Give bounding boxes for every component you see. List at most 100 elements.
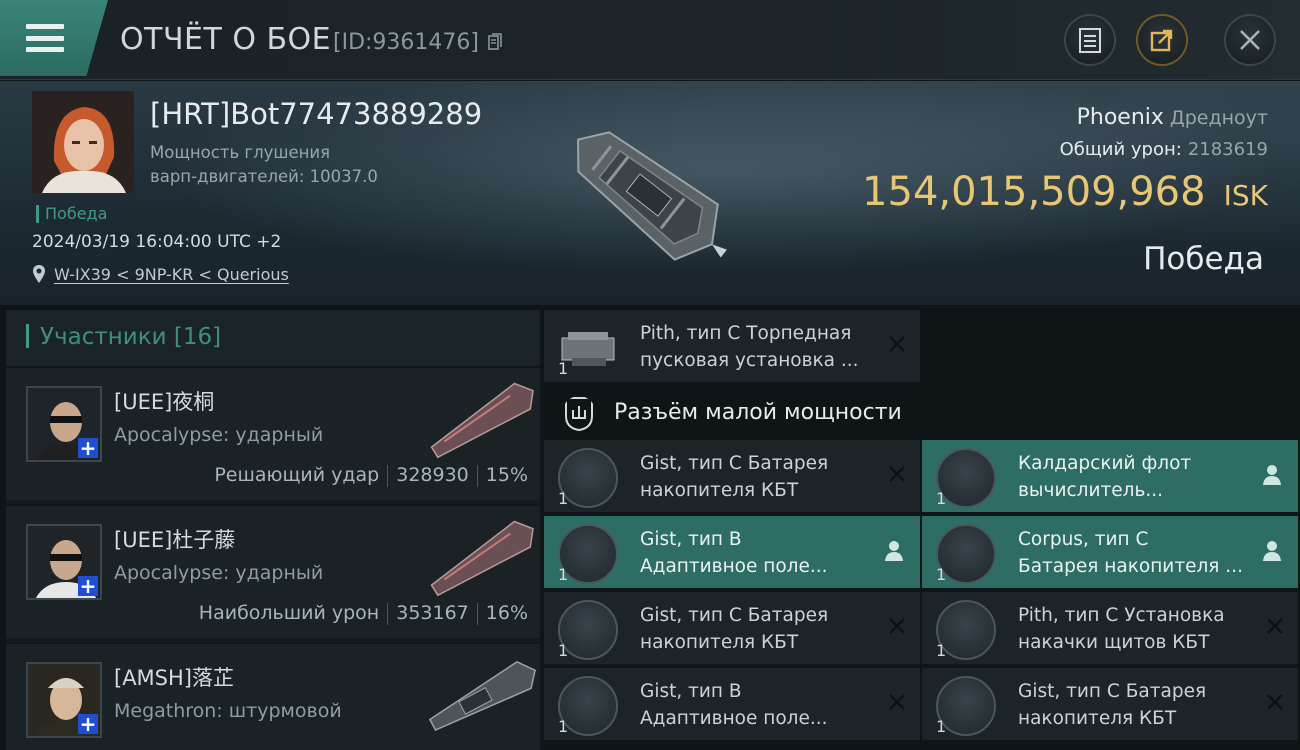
add-contact-icon[interactable]: + (78, 438, 98, 458)
participant-row[interactable]: + [UEE]杜子藤 Apocalypse: ударный Наибольши… (6, 504, 540, 638)
module-name: Gist, тип C Батарея накопителя КБТ (640, 602, 880, 656)
participant-ship: Apocalypse: ударный (114, 424, 324, 446)
participant-ship-image (428, 660, 536, 732)
copy-icon[interactable] (488, 33, 502, 51)
ship-name: Phoenix (1076, 105, 1164, 130)
divider (387, 602, 389, 625)
battle-result: Победа (1143, 241, 1264, 277)
isk-value: 154,015,509,968 ISK (862, 169, 1268, 215)
module-item[interactable]: 1 Gist, тип B Адаптивное поле... (544, 668, 920, 740)
low-slot-header: Разъём малой мощности (544, 386, 920, 442)
module-quantity: 1 (558, 489, 569, 508)
participant-role: Решающий удар (214, 464, 380, 486)
clipboard-icon (1079, 28, 1101, 53)
participant-row[interactable]: + [AMSH]落芷 Megathron: штурмовой (6, 642, 540, 750)
module-quantity: 1 (558, 717, 569, 736)
avatar[interactable]: + (26, 386, 102, 462)
module-item[interactable]: 1 Gist, тип C Батарея накопителя КБТ (922, 668, 1298, 740)
total-damage-value: 2183619 (1187, 139, 1268, 160)
module-name: Pith, тип C Торпедная пусковая установка… (640, 320, 880, 374)
location-link[interactable]: W-IX39 < 9NP-KR < Querious (54, 265, 289, 284)
page-title: ОТЧЁТ О БОЕ (120, 22, 332, 57)
module-quantity: 1 (936, 489, 947, 508)
participant-name: [UEE]夜桐 (114, 390, 215, 414)
module-name: Corpus, тип C Батарея накопителя ... (1018, 526, 1258, 580)
participants-panel: Участники [16] + [UEE]夜桐 Apocalypse: уда… (6, 310, 540, 750)
module-item[interactable]: 1 Corpus, тип C Батарея накопителя ... (922, 516, 1298, 588)
add-contact-icon[interactable]: + (78, 714, 98, 734)
close-icon[interactable] (888, 693, 906, 711)
location-pin-icon (33, 265, 45, 283)
module-quantity: 1 (558, 359, 569, 378)
module-quantity: 1 (558, 641, 569, 660)
module-name-line2: Адаптивное поле... (640, 556, 828, 577)
isk-unit: ISK (1223, 179, 1268, 212)
participant-ship: Megathron: штурмовой (114, 700, 342, 722)
slot-title: Разъём малой мощности (614, 400, 902, 425)
module-item[interactable]: 1 Gist, тип C Батарея накопителя КБТ (544, 592, 920, 664)
module-item[interactable]: 1 Gist, тип C Батарея накопителя КБТ (544, 440, 920, 512)
victim-stat-line2: варп-двигателей: 10037.0 (150, 167, 378, 186)
module-quantity: 1 (936, 565, 947, 584)
module-name: Pith, тип C Установка накачки щитов КБТ (1018, 602, 1258, 656)
top-bar: ОТЧЁТ О БОЕ [ID:9361476] (0, 0, 1300, 80)
module-name-line2: накопителя КБТ (640, 480, 799, 501)
module-name-line2: накопителя КБТ (640, 632, 799, 653)
close-icon[interactable] (888, 465, 906, 483)
person-icon[interactable] (1262, 540, 1282, 562)
close-button[interactable] (1224, 14, 1276, 66)
module-name-line2: накачки щитов КБТ (1018, 632, 1210, 653)
module-item[interactable]: 1 Gist, тип B Адаптивное поле... (544, 516, 920, 588)
victim-banner: [HRT]Bot77473889289 Мощность глушения ва… (0, 81, 1300, 305)
module-name-line2: Батарея накопителя ... (1018, 556, 1243, 577)
module-name: Gist, тип C Батарея накопителя КБТ (640, 450, 880, 504)
participant-role: Наибольший урон (198, 602, 380, 624)
total-damage: Общий урон: 2183619 (1060, 139, 1268, 160)
module-quantity: 1 (936, 641, 947, 660)
module-name-line1: Corpus, тип C (1018, 529, 1149, 550)
close-icon[interactable] (888, 335, 906, 353)
module-name-line1: Калдарский флот (1018, 453, 1192, 474)
participant-row[interactable]: + [UEE]夜桐 Apocalypse: ударный Решающий у… (6, 366, 540, 500)
participant-stats: Наибольший урон 353167 16% (199, 602, 528, 625)
ship-class: Дредноут (1169, 107, 1268, 129)
participant-damage: 353167 (396, 602, 469, 624)
participant-stats: Решающий удар 328930 15% (214, 464, 528, 487)
fitting-panel: 1 Pith, тип C Торпедная пусковая установ… (544, 310, 1300, 750)
share-icon (1150, 29, 1173, 52)
person-icon[interactable] (884, 540, 904, 562)
participants-header: Участники [16] (6, 310, 540, 366)
avatar[interactable]: + (26, 524, 102, 600)
module-item[interactable]: 1 Калдарский флот вычислитель... (922, 440, 1298, 512)
module-item[interactable]: 1 Pith, тип C Торпедная пусковая установ… (544, 310, 920, 382)
person-icon[interactable] (1262, 464, 1282, 486)
status-indicator (36, 205, 39, 223)
close-icon (1240, 30, 1260, 50)
participant-percent: 16% (485, 602, 528, 624)
close-icon[interactable] (888, 617, 906, 635)
low-slot-icon (565, 397, 593, 432)
menu-button[interactable] (0, 0, 108, 76)
module-quantity: 1 (558, 565, 569, 584)
victim-stat-line1: Мощность глушения (150, 143, 331, 162)
module-name-line1: Gist, тип B (640, 681, 742, 702)
module-name-line1: Pith, тип C Торпедная (640, 323, 852, 344)
clipboard-button[interactable] (1064, 14, 1116, 66)
add-contact-icon[interactable]: + (78, 576, 98, 596)
module-name-line1: Gist, тип C Батарея (1018, 681, 1207, 702)
close-icon[interactable] (1266, 617, 1284, 635)
module-item[interactable]: 1 Pith, тип C Установка накачки щитов КБ… (922, 592, 1298, 664)
victim-avatar[interactable] (32, 91, 134, 193)
pilot-portrait-icon (32, 91, 134, 193)
status-badge: Победа (45, 204, 108, 223)
module-name-line1: Gist, тип C Батарея (640, 605, 829, 626)
module-name-line2: пусковая установка ... (640, 350, 859, 371)
participant-name: [AMSH]落芷 (114, 666, 234, 690)
share-button[interactable] (1136, 14, 1188, 66)
avatar[interactable]: + (26, 662, 102, 738)
divider (476, 464, 478, 487)
divider (387, 464, 389, 487)
header-accent (26, 324, 29, 348)
close-icon[interactable] (1266, 693, 1284, 711)
menu-icon (26, 24, 64, 52)
